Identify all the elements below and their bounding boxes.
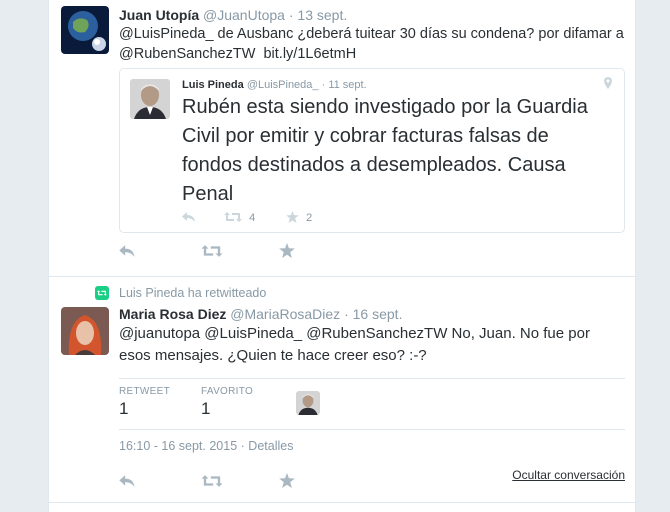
tweet-juan-utopia[interactable]: Juan Utopía @JuanUtopa · 13 sept. @LuisP… [49,0,635,277]
timestamp[interactable]: 16 sept. [353,306,403,322]
quoted-timestamp[interactable]: 11 sept. [328,79,366,91]
retweet-icon[interactable] [201,242,223,262]
tweet-maria-rosa-diez[interactable]: Luis Pineda ha retwitteado Maria Rosa Di… [49,277,635,503]
retweet-action[interactable]: 4 [224,211,255,226]
separator: · [288,7,294,23]
quoted-avatar[interactable] [130,79,170,119]
retweeter-avatar[interactable] [296,391,320,415]
favorite-stat-value[interactable]: 1 [201,399,210,419]
retweet-stat-label[interactable]: RETWEET [119,386,170,397]
quoted-header: Luis Pineda @LuisPineda_ · 11 sept. [182,79,367,91]
avatar[interactable] [61,6,109,54]
reply-icon[interactable] [119,242,136,262]
separator: · [344,306,349,322]
details-link[interactable]: Detalles [248,439,293,453]
location-pin-icon [604,77,612,92]
tweet-datetime: 16:10 - 16 sept. 2015 [119,439,238,453]
retweet-icon [224,211,242,226]
reply-icon[interactable] [119,472,136,492]
retweet-context-icon [95,286,109,300]
quoted-fullname[interactable]: Luis Pineda [182,79,244,91]
tweet-text: @LuisPineda_ de Ausbanc ¿deberá tuitear … [119,24,625,64]
tweet-meta: 16:10 - 16 sept. 2015 · Detalles [119,439,293,453]
favorite-action[interactable]: 2 [286,211,312,226]
username[interactable]: @JuanUtopa [203,7,285,23]
timestamp[interactable]: 13 sept. [297,7,347,23]
retweet-stat-value[interactable]: 1 [119,399,128,419]
fullname[interactable]: Maria Rosa Diez [119,306,226,322]
hide-conversation-link[interactable]: Ocultar conversación [512,468,625,482]
favorite-stat-label[interactable]: FAVORITO [201,386,253,397]
star-icon[interactable] [279,242,295,262]
quoted-text: Rubén esta siendo investigado por la Gua… [182,96,588,205]
tweet-header: Maria Rosa Diez @MariaRosaDiez · 16 sept… [119,306,402,322]
avatar[interactable] [61,307,109,355]
tweet-header: Juan Utopía @JuanUtopa · 13 sept. [119,7,347,23]
favorite-count: 2 [306,212,313,225]
timeline: Juan Utopía @JuanUtopa · 13 sept. @LuisP… [48,0,636,512]
retweet-count: 4 [249,212,256,225]
tweet-stats: RETWEET 1 FAVORITO 1 [119,378,625,430]
star-icon [286,211,299,226]
reply-icon[interactable] [182,211,196,226]
username[interactable]: @MariaRosaDiez [230,306,340,322]
retweet-context[interactable]: Luis Pineda ha retwitteado [119,286,266,300]
quoted-username[interactable]: @LuisPineda_ [247,79,319,91]
tweet-text: @juanutopa @LuisPineda_ @RubenSanchezTW … [119,325,590,364]
fullname[interactable]: Juan Utopía [119,7,199,23]
retweet-icon[interactable] [201,472,223,492]
tweet-text-body: @LuisPineda_ de Ausbanc ¿deberá tuitear … [119,26,624,62]
star-icon[interactable] [279,472,295,492]
tweet-link[interactable]: bit.ly/1L6etmH [263,46,356,62]
quoted-tweet[interactable]: Luis Pineda @LuisPineda_ · 11 sept. Rubé… [119,68,625,233]
quoted-separator: · [321,79,326,91]
meta-separator: · [240,439,245,453]
